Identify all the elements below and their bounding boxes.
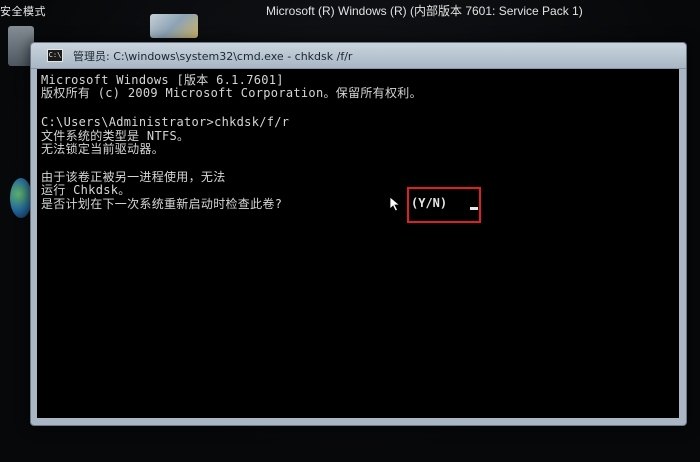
- console-line: 版权所有 (c) 2009 Microsoft Corporation。保留所有…: [41, 86, 422, 100]
- safe-mode-label: 安全模式: [0, 5, 46, 18]
- desktop-globe-icon[interactable]: [10, 178, 32, 218]
- mouse-pointer-icon: [389, 196, 401, 212]
- console-output[interactable]: Microsoft Windows [版本 6.1.7601] 版权所有 (c)…: [37, 69, 679, 418]
- console-line: C:\Users\Administrator>chkdsk/f/r: [41, 115, 290, 129]
- console-line: 是否计划在下一次系统重新启动时检查此卷?: [41, 197, 283, 211]
- os-version-label: Microsoft (R) Windows (R) (内部版本 7601: Se…: [266, 4, 583, 18]
- cmd-window[interactable]: C:\ 管理员: C:\windows\system32\cmd.exe - c…: [30, 42, 687, 426]
- console-line: 运行 Chkdsk。: [41, 183, 131, 197]
- console-line: 无法锁定当前驱动器。: [41, 142, 165, 156]
- window-titlebar[interactable]: C:\ 管理员: C:\windows\system32\cmd.exe - c…: [31, 43, 686, 69]
- desktop-screen: 安全模式 Microsoft (R) Windows (R) (内部版本 760…: [0, 0, 700, 462]
- cmd-icon[interactable]: C:\: [47, 49, 63, 62]
- window-title: 管理员: C:\windows\system32\cmd.exe - chkds…: [73, 50, 353, 63]
- desktop-folder-icon[interactable]: [150, 14, 198, 38]
- prompt-highlight-box: [407, 187, 481, 223]
